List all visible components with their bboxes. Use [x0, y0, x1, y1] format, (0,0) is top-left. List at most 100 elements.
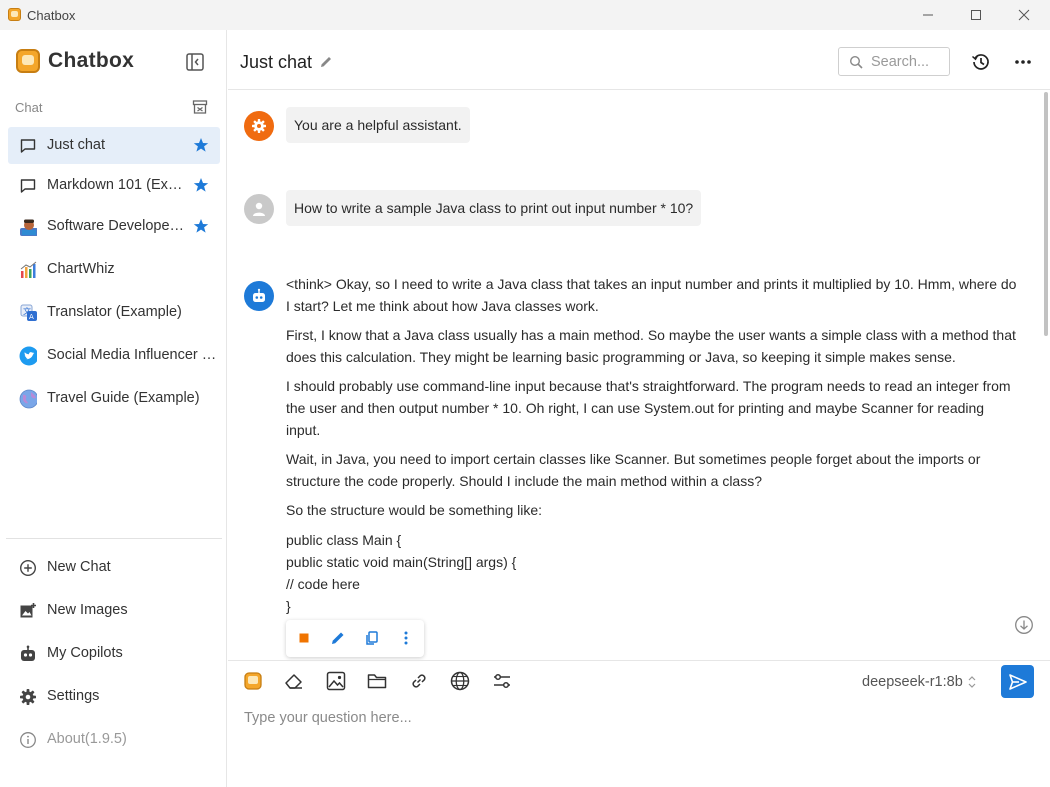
developer-avatar-icon	[19, 218, 37, 236]
star-icon[interactable]	[193, 137, 209, 153]
star-icon[interactable]	[193, 177, 209, 193]
assistant-paragraph: <think> Okay, so I need to write a Java …	[286, 276, 1017, 314]
globe-icon	[450, 671, 470, 691]
session-just-chat[interactable]: Just chat	[8, 127, 220, 164]
chat-settings-button[interactable]	[491, 670, 513, 692]
globe-icon	[19, 389, 37, 409]
history-button[interactable]	[971, 52, 991, 72]
app-icon	[8, 8, 21, 21]
minimize-button[interactable]	[905, 0, 951, 30]
assistant-paragraph: Wait, in Java, you need to import certai…	[286, 451, 981, 489]
image-icon	[326, 671, 346, 691]
new-images-label: New Images	[47, 602, 128, 618]
maximize-icon	[971, 10, 981, 20]
chatbox-logo-icon	[16, 49, 40, 73]
scroll-to-bottom-button[interactable]	[1014, 615, 1034, 635]
pencil-icon	[332, 632, 344, 644]
copy-message-button[interactable]	[364, 630, 380, 646]
new-chat-button[interactable]: New Chat	[8, 550, 220, 586]
history-icon	[971, 54, 989, 70]
user-message: How to write a sample Java class to prin…	[286, 190, 702, 226]
unfold-icon[interactable]	[967, 673, 977, 691]
session-markdown-101[interactable]: Markdown 101 (Example)	[8, 167, 220, 204]
edit-title-button[interactable]	[318, 54, 334, 70]
attach-file-button[interactable]	[366, 670, 388, 692]
edit-message-button[interactable]	[330, 630, 346, 646]
sidebar-divider	[6, 538, 222, 539]
person-icon	[253, 202, 265, 216]
web-browsing-button[interactable]	[449, 670, 471, 692]
close-button[interactable]	[1001, 0, 1047, 30]
session-label: Markdown 101 (Example)	[47, 177, 185, 193]
sidebar: Chatbox Chat Just chat Markdown 101 (Exa…	[0, 30, 227, 787]
model-selector[interactable]: deepseek-r1:8b	[862, 674, 963, 690]
session-travel-guide[interactable]: Travel Guide (Example)	[8, 380, 220, 417]
message-list[interactable]: You are a helpful assistant. How to writ…	[228, 90, 1038, 660]
eraser-icon	[285, 674, 302, 689]
session-label: Social Media Influencer (Example)	[47, 347, 217, 363]
chat-bubble-icon	[19, 137, 37, 155]
more-horizontal-icon	[1015, 60, 1031, 64]
send-button[interactable]	[1001, 665, 1034, 698]
link-icon	[412, 674, 426, 688]
attach-link-button[interactable]	[408, 670, 430, 692]
more-options-button[interactable]	[1013, 52, 1033, 72]
session-social-media-influencer[interactable]: Social Media Influencer (Example)	[8, 337, 220, 374]
sidebar-collapse-icon	[186, 53, 204, 71]
session-label: Software Developer (Example)	[47, 218, 185, 234]
assistant-avatar	[244, 281, 274, 311]
assistant-paragraph: First, I know that a Java class usually …	[286, 327, 1016, 365]
svg-text:A: A	[29, 313, 34, 321]
maximize-button[interactable]	[953, 0, 999, 30]
composer-divider	[228, 660, 1050, 661]
new-images-button[interactable]: New Images	[8, 593, 220, 629]
system-message: You are a helpful assistant.	[286, 107, 470, 143]
clear-context-button[interactable]	[283, 670, 305, 692]
message-actions-toolbar	[286, 620, 424, 657]
message-input[interactable]	[244, 706, 1024, 730]
scrollbar-thumb[interactable]	[1044, 92, 1048, 336]
code-line: }	[286, 598, 291, 614]
archive-button[interactable]	[192, 99, 208, 115]
assistant-paragraph: I should probably use command-line input…	[286, 378, 1011, 438]
message-more-button[interactable]	[398, 630, 414, 646]
stop-generation-button[interactable]	[296, 630, 312, 646]
gear-icon	[252, 119, 266, 133]
chatbox-logo-icon	[244, 672, 262, 690]
about-button[interactable]: About(1.9.5)	[8, 722, 220, 758]
more-vertical-icon	[404, 631, 408, 645]
brand: Chatbox	[16, 49, 134, 73]
stop-icon	[299, 633, 309, 643]
chart-icon	[19, 261, 37, 279]
chat-title: Just chat	[240, 52, 313, 72]
search-input[interactable]	[871, 52, 947, 72]
session-chartwhiz[interactable]: ChartWhiz	[8, 251, 220, 288]
brand-name: Chatbox	[48, 49, 135, 72]
window-title: Chatbox	[27, 8, 76, 23]
code-line: // code here	[286, 576, 360, 592]
collapse-sidebar-button[interactable]	[185, 52, 205, 72]
my-copilots-button[interactable]: My Copilots	[8, 636, 220, 672]
send-icon	[1008, 673, 1027, 690]
attach-image-button[interactable]	[325, 670, 347, 692]
search-box[interactable]	[838, 47, 950, 76]
session-translator[interactable]: 文A Translator (Example)	[8, 294, 220, 331]
about-label: About(1.9.5)	[47, 731, 127, 747]
settings-button[interactable]: Settings	[8, 679, 220, 715]
star-icon[interactable]	[193, 218, 209, 234]
folder-icon	[367, 674, 387, 689]
copilot-picker-button[interactable]	[242, 670, 264, 692]
assistant-message: <think> Okay, so I need to write a Java …	[286, 273, 1022, 617]
session-software-developer[interactable]: Software Developer (Example)	[8, 208, 220, 245]
main-panel: Just chat You are a helpful assistant. H…	[228, 30, 1050, 787]
robot-icon	[253, 288, 265, 302]
add-circle-icon	[19, 559, 37, 577]
assistant-paragraph: So the structure would be something like…	[286, 502, 543, 518]
close-icon	[1018, 9, 1030, 21]
sliders-icon	[494, 673, 510, 689]
copy-icon	[366, 631, 378, 645]
twitter-bird-icon	[19, 346, 37, 366]
settings-label: Settings	[47, 688, 100, 704]
archive-icon	[192, 100, 208, 114]
pencil-icon	[321, 57, 331, 67]
